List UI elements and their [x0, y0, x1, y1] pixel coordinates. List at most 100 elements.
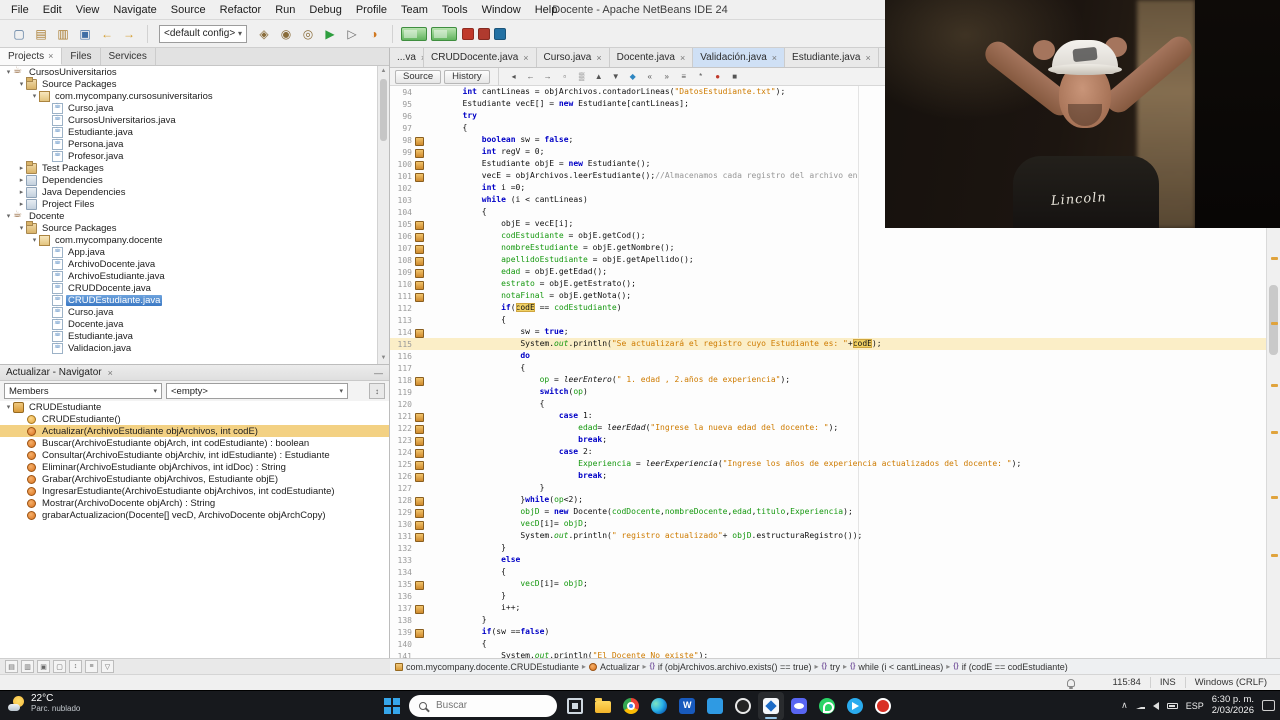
build-project-button[interactable]: ◉	[275, 23, 297, 45]
expand-arrow-icon[interactable]: ▾	[30, 237, 39, 244]
code-line[interactable]: 131 System.out.println(" registro actual…	[390, 530, 1266, 542]
undo-button[interactable]: ←	[96, 23, 118, 45]
uncomment-icon[interactable]: *	[694, 70, 708, 84]
error-stripe-mark[interactable]	[1271, 554, 1278, 557]
error-stripe-mark[interactable]	[1271, 322, 1278, 325]
scroll-down-icon[interactable]: ▼	[378, 353, 389, 364]
error-stripe-mark[interactable]	[1271, 257, 1278, 260]
expand-arrow-icon[interactable]: ▾	[4, 213, 13, 220]
menu-team[interactable]: Team	[394, 2, 435, 18]
tray-expand-icon[interactable]: ∧	[1121, 700, 1128, 711]
expand-arrow-icon[interactable]: ▾	[4, 69, 13, 76]
close-icon[interactable]: ×	[865, 53, 870, 63]
show-public-icon[interactable]: ▢	[53, 660, 66, 673]
code-line[interactable]: 130 vecD[i]= objD;	[390, 518, 1266, 530]
show-fields-icon[interactable]: ▥	[21, 660, 34, 673]
menu-refactor[interactable]: Refactor	[213, 2, 269, 18]
debug-project-button[interactable]: ▷	[341, 23, 363, 45]
sort-by-source-icon[interactable]: ≡	[85, 660, 98, 673]
sort-alpha-icon[interactable]: ↕	[69, 660, 82, 673]
expand-arrow-icon[interactable]: ▸	[17, 177, 26, 184]
weather-widget[interactable]: 22°C Parc. nublado	[8, 693, 80, 713]
navigator-member-item[interactable]: Buscar(ArchivoEstudiante objArch, int co…	[0, 437, 389, 449]
code-line[interactable]: 138 }	[390, 614, 1266, 626]
expand-arrow-icon[interactable]: ▸	[17, 189, 26, 196]
scrollbar-thumb[interactable]	[380, 79, 387, 141]
code-line[interactable]: 132 }	[390, 542, 1266, 554]
memory-meter[interactable]	[431, 26, 457, 41]
navigator-member-item[interactable]: ▾ CRUDEstudiante	[0, 401, 389, 413]
close-icon[interactable]: ×	[108, 368, 113, 378]
breadcrumb-item[interactable]: {} while (i < cantLineas)	[850, 662, 943, 672]
back-icon[interactable]: ←	[524, 70, 538, 84]
notification-center-icon[interactable]	[1262, 700, 1275, 711]
run-configuration-select[interactable]: <default config> ▾	[159, 24, 247, 43]
file-explorer-icon[interactable]	[590, 692, 616, 720]
menu-debug[interactable]: Debug	[302, 2, 348, 18]
taskbar-clock[interactable]: 6:30 p. m. 2/03/2026	[1212, 694, 1254, 717]
breadcrumb-item[interactable]: {} try	[822, 662, 840, 672]
filters-icon[interactable]: ▽	[101, 660, 114, 673]
code-line[interactable]: 124 case 2:	[390, 446, 1266, 458]
menu-window[interactable]: Window	[475, 2, 528, 18]
expand-arrow-icon[interactable]: ▾	[17, 81, 26, 88]
members-select[interactable]: Members ▾	[4, 383, 162, 399]
code-line[interactable]: 110 estrato = objE.getEstrato();	[390, 278, 1266, 290]
volume-icon[interactable]	[1152, 701, 1159, 710]
code-line[interactable]: 117 {	[390, 362, 1266, 374]
keyboard-language[interactable]: ESP	[1186, 701, 1204, 711]
heap-walker-button[interactable]	[494, 27, 506, 40]
code-line[interactable]: 119 switch(op)	[390, 386, 1266, 398]
code-line[interactable]: 120 {	[390, 398, 1266, 410]
expand-arrow-icon[interactable]: ▾	[17, 225, 26, 232]
source-view-button[interactable]: Source	[395, 69, 442, 84]
whatsapp-icon[interactable]	[814, 692, 840, 720]
editor-tab[interactable]: Docente.java ×	[609, 48, 694, 67]
code-line[interactable]: 141 System.out.println("El Docente No ex…	[390, 650, 1266, 658]
tab-services[interactable]: Services	[100, 48, 156, 65]
code-line[interactable]: 113 {	[390, 314, 1266, 326]
previous-occurrence-icon[interactable]: ▲	[592, 70, 606, 84]
menu-help[interactable]: Help	[528, 2, 565, 18]
menu-run[interactable]: Run	[268, 2, 302, 18]
scrollbar-thumb[interactable]	[1269, 285, 1278, 355]
set-configuration-button[interactable]: ◈	[253, 23, 275, 45]
chrome-icon[interactable]	[618, 692, 644, 720]
network-icon[interactable]	[1135, 702, 1145, 709]
taskbar-search[interactable]	[409, 694, 557, 717]
next-occurrence-icon[interactable]: ▼	[609, 70, 623, 84]
code-line[interactable]: 128 }while(op<2);	[390, 494, 1266, 506]
editor-tab[interactable]: Validación.java ×	[693, 48, 786, 67]
navigator-member-item[interactable]: Eliminar(ArchivoEstudiante objArchivos, …	[0, 461, 389, 473]
editor-tab[interactable]: Curso.java ×	[536, 48, 610, 67]
project-tree-item[interactable]: ▸ Java Dependencies	[0, 186, 377, 198]
task-view-icon[interactable]	[562, 692, 588, 720]
code-line[interactable]: 122 edad= leerEdad("Ingrese la nueva eda…	[390, 422, 1266, 434]
vscode-icon[interactable]	[702, 692, 728, 720]
error-stripe-mark[interactable]	[1271, 496, 1278, 499]
project-tree-item[interactable]: ▾ Source Packages	[0, 220, 377, 234]
show-static-icon[interactable]: ▣	[37, 660, 50, 673]
project-tree-item[interactable]: ▾Docente	[0, 209, 377, 222]
navigator-sort-button[interactable]: ↕	[369, 383, 385, 399]
last-edit-icon[interactable]: ◂	[507, 70, 521, 84]
scroll-up-icon[interactable]: ▲	[378, 66, 389, 77]
code-line[interactable]: 140 {	[390, 638, 1266, 650]
close-icon[interactable]: ×	[596, 53, 601, 63]
code-line[interactable]: 123 break;	[390, 434, 1266, 446]
navigator-member-item[interactable]: Actualizar(ArchivoEstudiante objArchivos…	[0, 425, 389, 437]
project-tree-item[interactable]: Validacion.java	[0, 341, 377, 354]
error-stripe-mark[interactable]	[1271, 384, 1278, 387]
menu-edit[interactable]: Edit	[36, 2, 69, 18]
new-file-button[interactable]: ▢	[8, 23, 30, 45]
code-line[interactable]: 107 nombreEstudiante = objE.getNombre();	[390, 242, 1266, 254]
netbeans-icon[interactable]	[758, 691, 784, 720]
code-line[interactable]: 137 i++;	[390, 602, 1266, 614]
code-line[interactable]: 139 if(sw ==false)	[390, 626, 1266, 638]
expand-arrow-icon[interactable]: ▾	[4, 404, 13, 411]
breadcrumb-item[interactable]: Actualizar	[588, 662, 639, 672]
forward-icon[interactable]: →	[541, 70, 555, 84]
close-icon[interactable]: ×	[523, 53, 528, 63]
code-line[interactable]: 136 }	[390, 590, 1266, 602]
code-line[interactable]: 114 sw = true;	[390, 326, 1266, 338]
